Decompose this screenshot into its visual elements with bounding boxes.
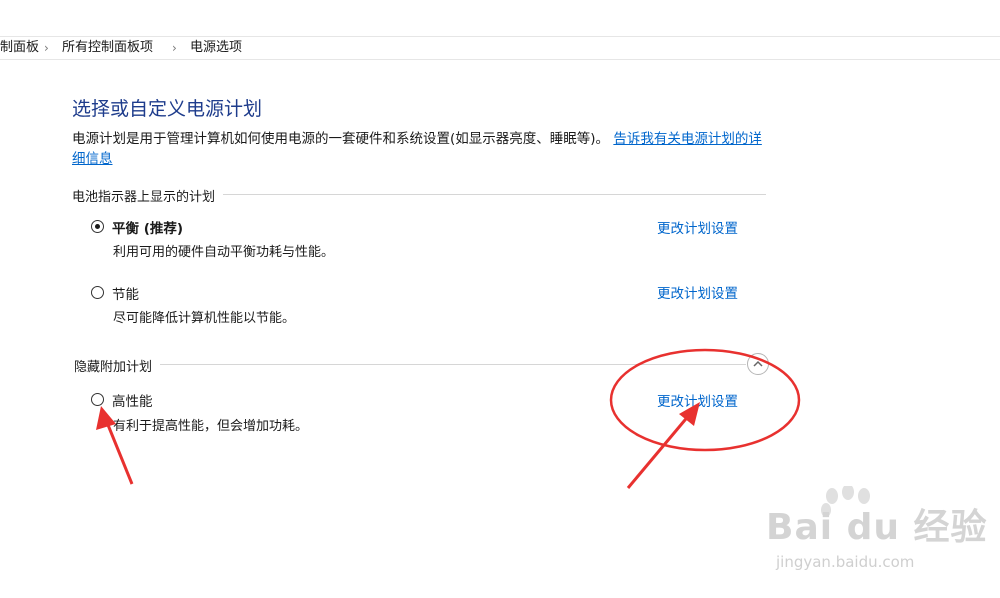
page-description: 电源计划是用于管理计算机如何使用电源的一套硬件和系统设置(如显示器亮度、睡眠等)… [72,129,772,169]
balanced-plan-description: 利用可用的硬件自动平衡功耗与性能。 [113,245,335,260]
balanced-change-settings-link[interactable]: 更改计划设置 [657,217,738,237]
hidden-plans-heading: 隐藏附加计划 [74,356,161,375]
high-performance-radio[interactable] [91,393,104,406]
high-performance-plan-description: 有利于提高性能，但会增加功耗。 [113,419,309,434]
watermark-url: jingyan.baidu.com [776,553,915,571]
power-saver-change-settings-link[interactable]: 更改计划设置 [657,282,738,302]
high-performance-change-settings-link[interactable]: 更改计划设置 [657,390,738,410]
section-divider [74,364,746,365]
breadcrumb-separator-icon: › [44,41,49,55]
power-saver-radio[interactable] [91,286,104,299]
page-title: 选择或自定义电源计划 [72,98,263,120]
breadcrumb-control-panel[interactable]: 制面板 [0,37,39,59]
chevron-up-icon [753,360,763,367]
power-saver-plan-description: 尽可能降低计算机性能以节能。 [113,311,296,326]
breadcrumb-separator-icon: › [172,41,177,55]
breadcrumb-all-items[interactable]: 所有控制面板项 [62,37,153,59]
collapse-hidden-plans-button[interactable] [747,353,769,375]
power-saver-plan-name[interactable]: 节能 [112,283,139,303]
high-performance-plan-name[interactable]: 高性能 [112,390,153,410]
radio-selected-dot [94,223,100,229]
watermark-logo: Bai du 经验 [766,507,988,548]
arrow-to-link-icon [626,402,700,489]
description-text: 电源计划是用于管理计算机如何使用电源的一套硬件和系统设置(如显示器亮度、睡眠等)… [72,131,610,147]
breadcrumb: 制面板 › 所有控制面板项 › 电源选项 [0,37,1000,60]
balanced-plan-name[interactable]: 平衡 (推荐) [112,217,183,237]
battery-plans-heading: 电池指示器上显示的计划 [72,186,224,205]
breadcrumb-power-options[interactable]: 电源选项 [190,37,242,59]
balanced-radio[interactable] [91,220,104,233]
window-top-area [0,0,1000,37]
